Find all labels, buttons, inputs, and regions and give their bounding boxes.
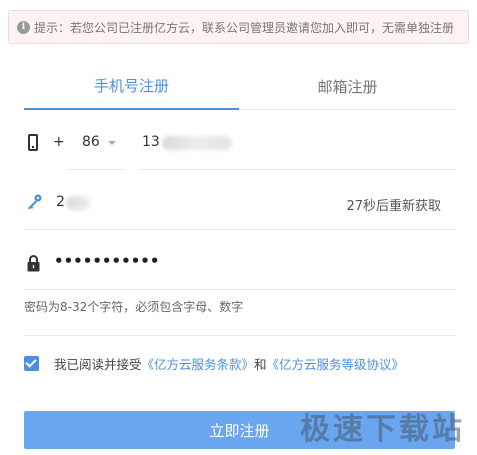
phone-row: + 86 13 bbox=[24, 118, 455, 170]
key-icon bbox=[28, 194, 42, 210]
country-code-select[interactable]: 86 bbox=[68, 118, 124, 170]
phone-number-value: 13 bbox=[142, 134, 160, 150]
password-hint: 密码为8-32个字符，必须包含字母、数字 bbox=[24, 290, 455, 336]
agreement-checkbox[interactable] bbox=[24, 355, 39, 371]
notice-banner: i 提示：若您公司已注册亿方云，联系公司管理员邀请您加入即可，无需单独注册 bbox=[8, 10, 469, 44]
service-level-agreement-link[interactable]: 《亿方云服务等级协议》 bbox=[267, 354, 405, 373]
chevron-down-icon bbox=[108, 141, 116, 145]
info-icon: i bbox=[17, 20, 30, 34]
password-row: ••••••••••• bbox=[24, 238, 455, 290]
phone-number-input[interactable]: 13 bbox=[140, 118, 455, 170]
redacted-code-digits bbox=[66, 196, 90, 210]
watermark: 极速下载站 bbox=[300, 412, 465, 447]
notice-text: 提示：若您公司已注册亿方云，联系公司管理员邀请您加入即可，无需单独注册 bbox=[34, 20, 455, 35]
plus-sign: + bbox=[53, 134, 65, 150]
tab-email-register[interactable]: 邮箱注册 bbox=[240, 62, 455, 110]
verification-code-input[interactable]: 2 bbox=[56, 194, 65, 210]
agreement-prefix: 我已阅读并接受 bbox=[54, 356, 142, 372]
country-code-value: 86 bbox=[82, 134, 100, 150]
redacted-phone-digits bbox=[162, 136, 232, 150]
lock-icon bbox=[27, 255, 40, 272]
resend-code-button[interactable]: 27秒后重新获取 bbox=[346, 195, 441, 214]
phone-icon bbox=[28, 134, 38, 151]
tab-phone-register[interactable]: 手机号注册 bbox=[24, 62, 239, 110]
agreement-conjunction: 和 bbox=[254, 356, 267, 372]
register-tabs: 手机号注册 邮箱注册 bbox=[24, 62, 455, 110]
terms-of-service-link[interactable]: 《亿方云服务条款》 bbox=[142, 354, 255, 373]
agreement-row: 我已阅读并接受 《亿方云服务条款》 和 《亿方云服务等级协议》 bbox=[24, 352, 455, 374]
password-input[interactable]: ••••••••••• bbox=[54, 252, 159, 270]
verification-code-row: 2 27秒后重新获取 bbox=[24, 178, 455, 230]
